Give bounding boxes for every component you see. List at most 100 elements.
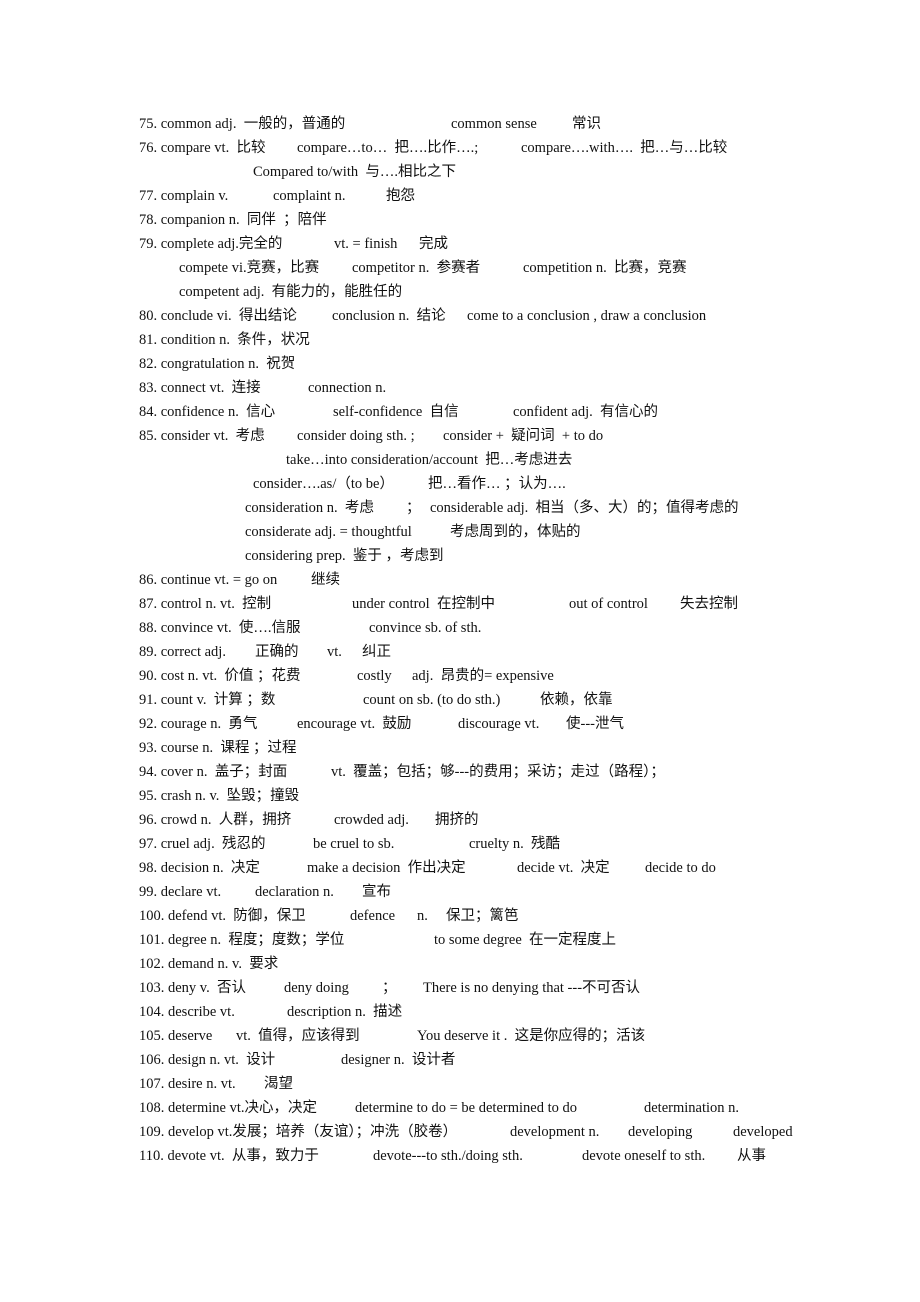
vocab-phrase-text: vt. 值得，应该得到 [236,1028,360,1044]
vocab-entry-text: 86. continue vt. = go on [139,572,278,588]
vocab-entry-text: Compared to/with 与….相比之下 [253,164,456,180]
vocab-entry-text: 108. determine vt.决心，决定 [139,1100,317,1116]
vocab-entry-text: competent adj. 有能力的，能胜任的 [179,284,403,300]
vocab-phrase-text: 失去控制 [680,596,738,612]
vocab-phrase-text: competitor n. 参赛者 [352,260,481,276]
vocab-entry-text: considerate adj. = thoughtful [245,524,412,540]
vocab-phrase-text: ； [406,500,421,516]
vocab-line: consider….as/（to be） 把…看作… ；认为…. [0,472,920,496]
vocab-line: 103. deny v. 否认 deny doing ； There is no de… [0,976,920,1000]
vocab-entry-text: 109. develop vt.发展；培养（友谊）；冲洗（胶卷） [139,1124,458,1140]
vocab-phrase-text: defence [350,908,396,924]
vocab-line: considering prep. 鉴于 ，考虑到 [0,544,920,568]
vocab-phrase-text: be cruel to sb. [313,836,395,852]
vocab-entry-text: 93. course n. 课程 ；过程 [139,740,297,756]
vocab-line: Compared to/with 与….相比之下 [0,160,920,184]
vocab-phrase-text: confident adj. 有信心的 [513,404,658,420]
vocab-phrase-text: n. [417,908,428,924]
vocab-line: 98. decision n. 决定 make a decision 作出决定 de… [0,856,920,880]
vocab-phrase-text: 渴望 [264,1076,293,1092]
vocab-entry-text: consider….as/（to be） [253,476,394,492]
vocab-phrase-text: development n. [510,1124,600,1140]
vocab-line: 87. control n. vt. 控制 under control 在控制中 o… [0,592,920,616]
vocab-entry-text: 102. demand n. v. 要求 [139,956,279,972]
vocab-line: 88. convince vt. 使….信服 convince sb. of st… [0,616,920,640]
vocab-line: 101. degree n. 程度；度数；学位 to some degree 在一… [0,928,920,952]
vocab-entry-text: 77. complain v. [139,188,229,204]
vocab-phrase-text: considerable adj. 相当（多、大）的；值得考虑的 [430,500,739,516]
vocab-line: 81. condition n. 条件，状况 [0,328,920,352]
vocab-entry-text: 106. design n. vt. 设计 [139,1052,276,1068]
vocab-phrase-text: developing [628,1124,693,1140]
vocab-phrase-text: 常识 [572,116,601,132]
vocab-line: 79. complete adj.完全的 vt. = finish 完成 [0,232,920,256]
vocab-entry-text: 90. cost n. vt. 价值 ；花费 [139,668,301,684]
vocab-phrase-text: adj. 昂贵的= expensive [412,668,554,684]
vocab-phrase-text: count on sb. (to do sth.) [363,692,501,708]
vocab-entry-text: 107. desire n. vt. [139,1076,236,1092]
vocab-phrase-text: 把…看作… ；认为…. [428,476,566,492]
vocab-entry-text: consideration n. 考虑 [245,500,374,516]
vocab-phrase-text: compare…to… 把….比作….; [297,140,479,156]
vocab-phrase-text: make a decision 作出决定 [307,860,466,876]
vocab-entry-text: 97. cruel adj. 残忍的 [139,836,266,852]
vocab-phrase-text: out of control [569,596,648,612]
vocab-line: consideration n. 考虑 ； considerable adj. 相当… [0,496,920,520]
vocab-line: 96. crowd n. 人群，拥挤 crowded adj. 拥挤的 [0,808,920,832]
vocab-line: take…into consideration/account 把…考虑进去 [0,448,920,472]
vocab-phrase-text: You deserve it . 这是你应得的；活该 [417,1028,646,1044]
vocab-phrase-text: vt. = finish [334,236,398,252]
vocab-entry-text: 99. declare vt. [139,884,222,900]
vocab-phrase-text: 从事 [737,1148,766,1164]
vocab-phrase-text: conclusion n. 结论 [332,308,446,324]
vocab-line: 99. declare vt. declaration n. 宣布 [0,880,920,904]
document-page: 75. common adj. 一般的，普通的 common sense 常识 76.… [0,0,920,1302]
vocab-line: 85. consider vt. 考虑 consider doing sth. ;… [0,424,920,448]
vocab-phrase-text: connection n. [308,380,387,396]
vocab-entry-text: 80. conclude vi. 得出结论 [139,308,297,324]
vocab-entry-text: 91. count v. 计算 ；数 [139,692,276,708]
vocab-phrase-text: 纠正 [362,644,391,660]
vocab-phrase-text: 抱怨 [386,188,415,204]
vocab-entry-text: 83. connect vt. 连接 [139,380,261,396]
vocab-line: 75. common adj. 一般的，普通的 common sense 常识 [0,112,920,136]
vocab-phrase-text: to some degree 在一定程度上 [434,932,617,948]
vocab-entry-text: 110. devote vt. 从事，致力于 [139,1148,319,1164]
vocab-phrase-text: 拥挤的 [435,812,479,828]
vocab-line: 97. cruel adj. 残忍的 be cruel to sb. cruelty… [0,832,920,856]
vocab-line: 84. confidence n. 信心 self-confidence 自信 co… [0,400,920,424]
vocab-phrase-text: encourage vt. 鼓励 [297,716,412,732]
vocab-line: 78. companion n. 同伴 ；陪伴 [0,208,920,232]
vocab-phrase-text: complaint n. [273,188,346,204]
vocab-line: 109. develop vt.发展；培养（友谊）；冲洗（胶卷） developm… [0,1120,920,1144]
vocab-line: 83. connect vt. 连接 connection n. [0,376,920,400]
vocab-line: competent adj. 有能力的，能胜任的 [0,280,920,304]
vocab-phrase-text: vt. [327,644,342,660]
vocab-phrase-text: 正确的 [255,644,299,660]
vocab-phrase-text: 使---泄气 [566,716,624,732]
vocab-phrase-text: under control 在控制中 [352,596,495,612]
vocab-entry-text: 85. consider vt. 考虑 [139,428,265,444]
vocab-phrase-text: 继续 [311,572,340,588]
vocab-entry-text: 92. courage n. 勇气 [139,716,258,732]
vocab-phrase-text: vt. 覆盖；包括；够---的费用；采访；走过（路程）； [331,764,665,780]
vocab-phrase-text: 完成 [419,236,448,252]
vocab-entry-text: 88. convince vt. 使….信服 [139,620,301,636]
vocab-line: 100. defend vt. 防御，保卫 defence n. 保卫；篱笆 [0,904,920,928]
vocab-phrase-text: ； [382,980,397,996]
vocab-line: compete vi.竞赛，比赛 competitor n. 参赛者 competi… [0,256,920,280]
vocab-entry-text: 76. compare vt. 比较 [139,140,266,156]
vocab-phrase-text: competition n. 比赛，竞赛 [523,260,687,276]
vocab-phrase-text: There is no denying that ---不可否认 [423,980,641,996]
vocab-phrase-text: costly [357,668,392,684]
vocab-line: 106. design n. vt. 设计 designer n. 设计者 [0,1048,920,1072]
vocab-line: 86. continue vt. = go on 继续 [0,568,920,592]
vocab-line: 93. course n. 课程 ；过程 [0,736,920,760]
vocab-phrase-text: self-confidence 自信 [333,404,459,420]
vocab-phrase-text: come to a conclusion , draw a conclusion [467,308,707,324]
vocab-phrase-text: developed [733,1124,793,1140]
vocab-phrase-text: consider doing sth. ; [297,428,415,444]
vocab-entry-text: 104. describe vt. [139,1004,235,1020]
vocab-line: 108. determine vt.决心，决定 determine to do =… [0,1096,920,1120]
vocab-phrase-text: consider + 疑问词 + to do [443,428,604,444]
